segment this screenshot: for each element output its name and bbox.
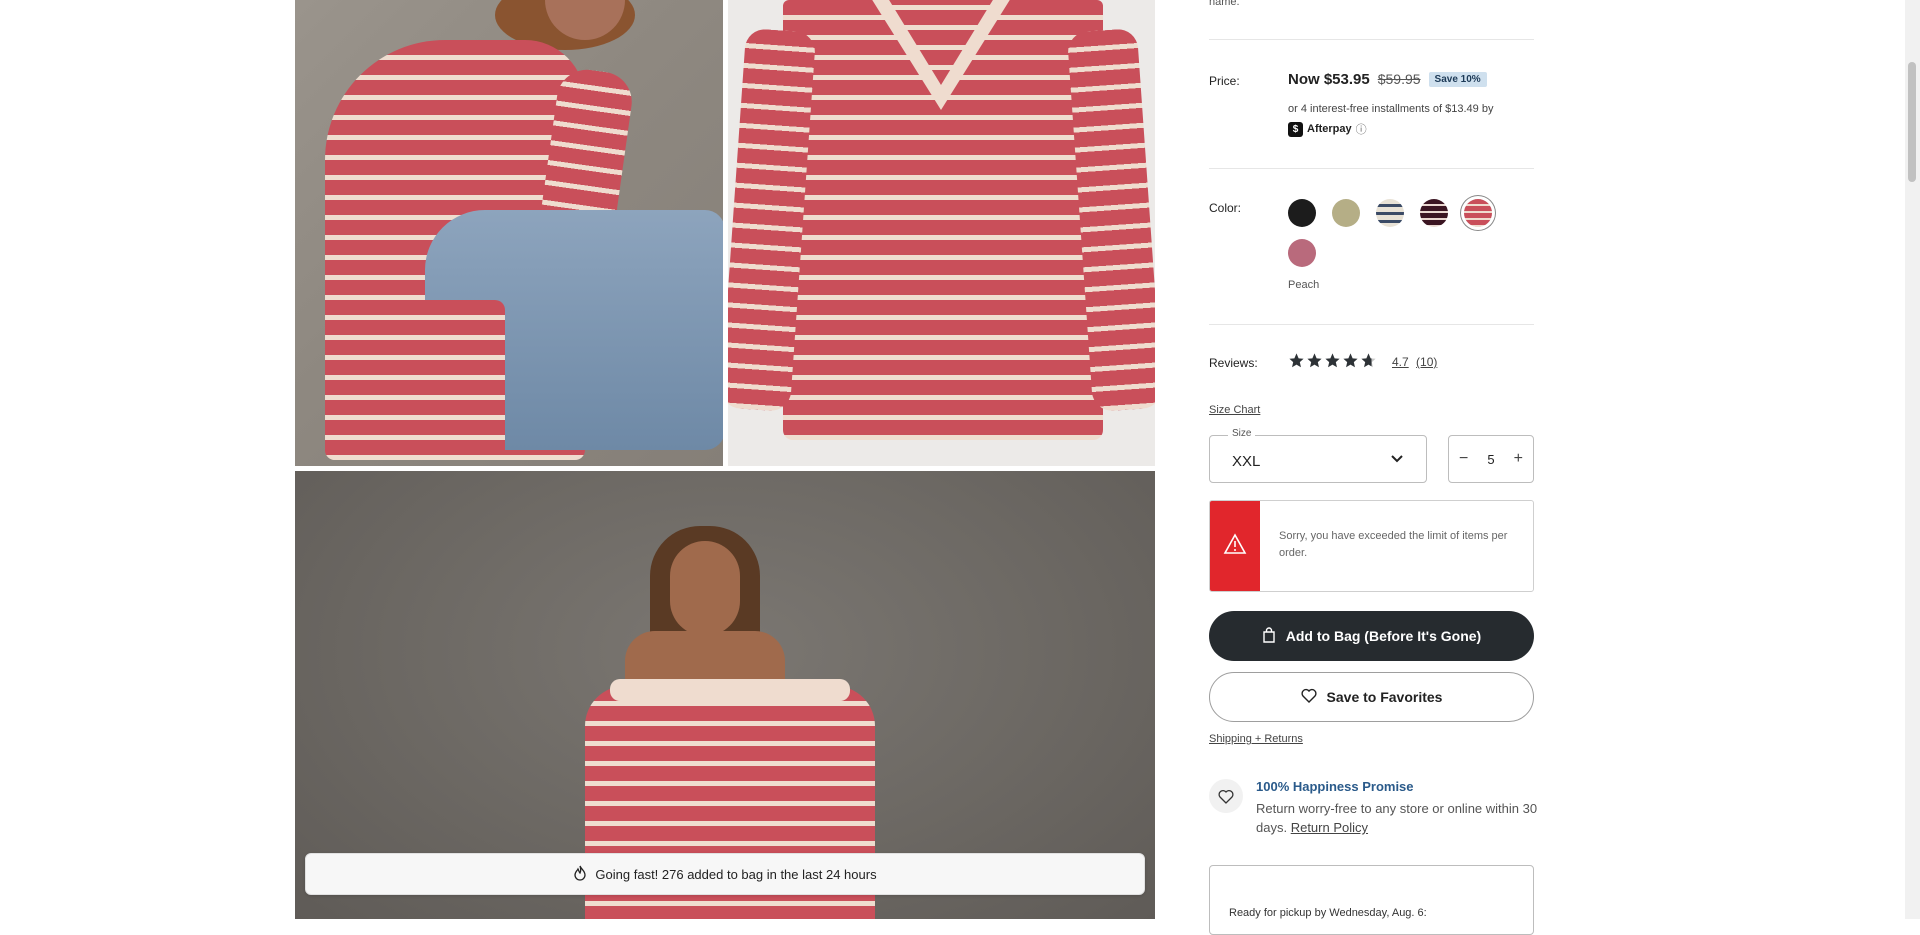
swatch-mauve[interactable] [1288, 239, 1316, 267]
star-icon [1307, 353, 1322, 368]
model-face-bottom [670, 541, 740, 636]
product-image-side[interactable] [295, 0, 723, 466]
divider [1209, 168, 1534, 169]
star-rating [1288, 352, 1377, 369]
size-value: XXL [1232, 453, 1261, 470]
error-alert: Sorry, you have exceeded the limit of it… [1209, 500, 1534, 592]
color-label: Color: [1209, 201, 1242, 215]
promise-body: Return worry-free to any store or online… [1256, 799, 1541, 837]
flame-icon [573, 865, 587, 884]
intro-tail-text: name. [1209, 0, 1240, 8]
size-legend: Size [1228, 428, 1256, 439]
error-message: Sorry, you have exceeded the limit of it… [1279, 530, 1508, 559]
bag-icon [1262, 626, 1276, 646]
price-row: Now $53.95 $59.95 Save 10% [1288, 71, 1487, 89]
product-gallery: Going fast! 276 added to bag in the last… [295, 0, 1155, 919]
rating-value-link[interactable]: 4.7 [1392, 355, 1409, 369]
going-fast-banner: Going fast! 276 added to bag in the last… [305, 853, 1145, 895]
size-chart-link[interactable]: Size Chart [1209, 404, 1260, 416]
product-image-flat[interactable] [728, 0, 1155, 466]
error-strip [1210, 501, 1260, 591]
pickup-box[interactable]: Ready for pickup by Wednesday, Aug. 6: [1209, 865, 1534, 935]
divider [1209, 324, 1534, 325]
rating-links: 4.7 (10) [1392, 355, 1437, 369]
star-icon [1289, 353, 1304, 368]
product-image-front[interactable] [295, 471, 1155, 919]
swatch-peach-selected[interactable] [1464, 199, 1492, 227]
save-to-favorites-label: Save to Favorites [1326, 689, 1443, 705]
heart-icon [1300, 688, 1317, 706]
price-label: Price: [1209, 74, 1240, 88]
promise-heart-icon [1209, 779, 1243, 813]
quantity-increase-button[interactable]: + [1514, 450, 1523, 468]
price-was: $59.95 [1377, 71, 1421, 87]
page-scrollbar[interactable] [1905, 0, 1920, 919]
pickup-text: Ready for pickup by Wednesday, Aug. 6: [1229, 907, 1427, 919]
quantity-decrease-button[interactable]: − [1459, 450, 1468, 468]
reviews-label: Reviews: [1209, 356, 1258, 370]
selected-color-name: Peach [1288, 279, 1320, 291]
scrollbar-thumb[interactable] [1908, 62, 1916, 182]
star-partial-icon [1361, 353, 1376, 368]
swatch-black[interactable] [1288, 199, 1316, 227]
add-to-bag-button[interactable]: Add to Bag (Before It's Gone) [1209, 611, 1534, 661]
quantity-stepper: − 5 + [1448, 435, 1534, 483]
swatch-cream-navy-stripe[interactable] [1376, 199, 1404, 227]
promise-title: 100% Happiness Promise [1256, 779, 1414, 794]
sweater-neckline [610, 679, 850, 701]
star-icon [1325, 353, 1340, 368]
divider [1209, 39, 1534, 40]
afterpay-row[interactable]: $ Afterpay ⓘ [1288, 121, 1367, 137]
chevron-down-icon [1390, 452, 1404, 471]
afterpay-logo-icon: $ [1288, 121, 1303, 137]
going-fast-text: Going fast! 276 added to bag in the last… [595, 866, 877, 882]
review-count-link[interactable]: (10) [1416, 355, 1437, 369]
size-select[interactable]: Size XXL [1209, 428, 1427, 483]
return-policy-link[interactable]: Return Policy [1291, 820, 1368, 835]
save-to-favorites-button[interactable]: Save to Favorites [1209, 672, 1534, 722]
quantity-value[interactable]: 5 [1487, 452, 1494, 467]
warning-icon [1223, 532, 1247, 560]
installments-text: or 4 interest-free installments of $13.4… [1288, 103, 1494, 115]
add-to-bag-label: Add to Bag (Before It's Gone) [1285, 628, 1482, 644]
swatch-olive[interactable] [1332, 199, 1360, 227]
afterpay-label: Afterpay [1307, 123, 1352, 135]
save-badge: Save 10% [1428, 72, 1487, 88]
swatch-burgundy-stripe[interactable] [1420, 199, 1448, 227]
info-icon[interactable]: ⓘ [1356, 121, 1367, 137]
price-now: Now $53.95 [1288, 71, 1370, 88]
sweater-hem [325, 300, 505, 460]
star-icon [1343, 353, 1358, 368]
shipping-returns-link[interactable]: Shipping + Returns [1209, 733, 1303, 745]
